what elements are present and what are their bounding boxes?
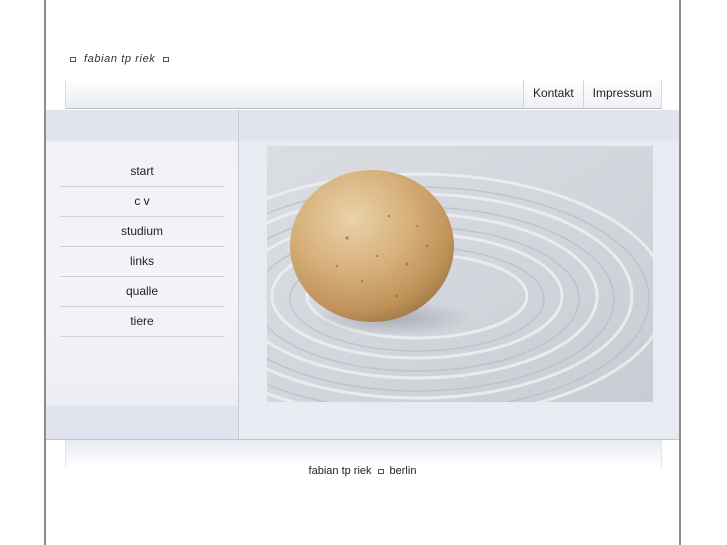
sidebar-item-cv[interactable]: c v xyxy=(60,187,224,217)
sidebar-item-qualle[interactable]: qualle xyxy=(60,277,224,307)
site-title: fabian tp riek xyxy=(70,53,170,65)
nav-link-kontakt[interactable]: Kontakt xyxy=(522,80,583,108)
footer-name: fabian tp riek xyxy=(308,465,372,477)
footer-city: berlin xyxy=(389,465,417,477)
zen-stone-photo xyxy=(267,146,653,402)
footer-bar xyxy=(65,440,662,468)
nav-link-impressum[interactable]: Impressum xyxy=(582,80,661,108)
sidebar-item-tiere[interactable]: tiere xyxy=(60,307,224,337)
sidebar-item-studium[interactable]: studium xyxy=(60,217,224,247)
page-container: fabian tp riek Kontakt Impressum start c… xyxy=(44,0,681,545)
footer: fabian tp riek berlin xyxy=(46,465,679,477)
site-title-text: fabian tp riek xyxy=(84,53,156,65)
sidebar-item-start[interactable]: start xyxy=(60,157,224,187)
top-nav: Kontakt Impressum xyxy=(522,80,661,108)
main-area: start c v studium links qualle tiere xyxy=(46,110,679,440)
bullet-icon xyxy=(163,56,170,62)
content-header-band xyxy=(239,110,679,140)
sidebar-item-links[interactable]: links xyxy=(60,247,224,277)
sidebar-menu: start c v studium links qualle tiere xyxy=(60,157,224,337)
bullet-icon xyxy=(70,56,76,62)
sidebar: start c v studium links qualle tiere xyxy=(46,110,239,439)
bullet-icon xyxy=(377,468,384,474)
top-navigation-bar: Kontakt Impressum xyxy=(65,80,662,109)
